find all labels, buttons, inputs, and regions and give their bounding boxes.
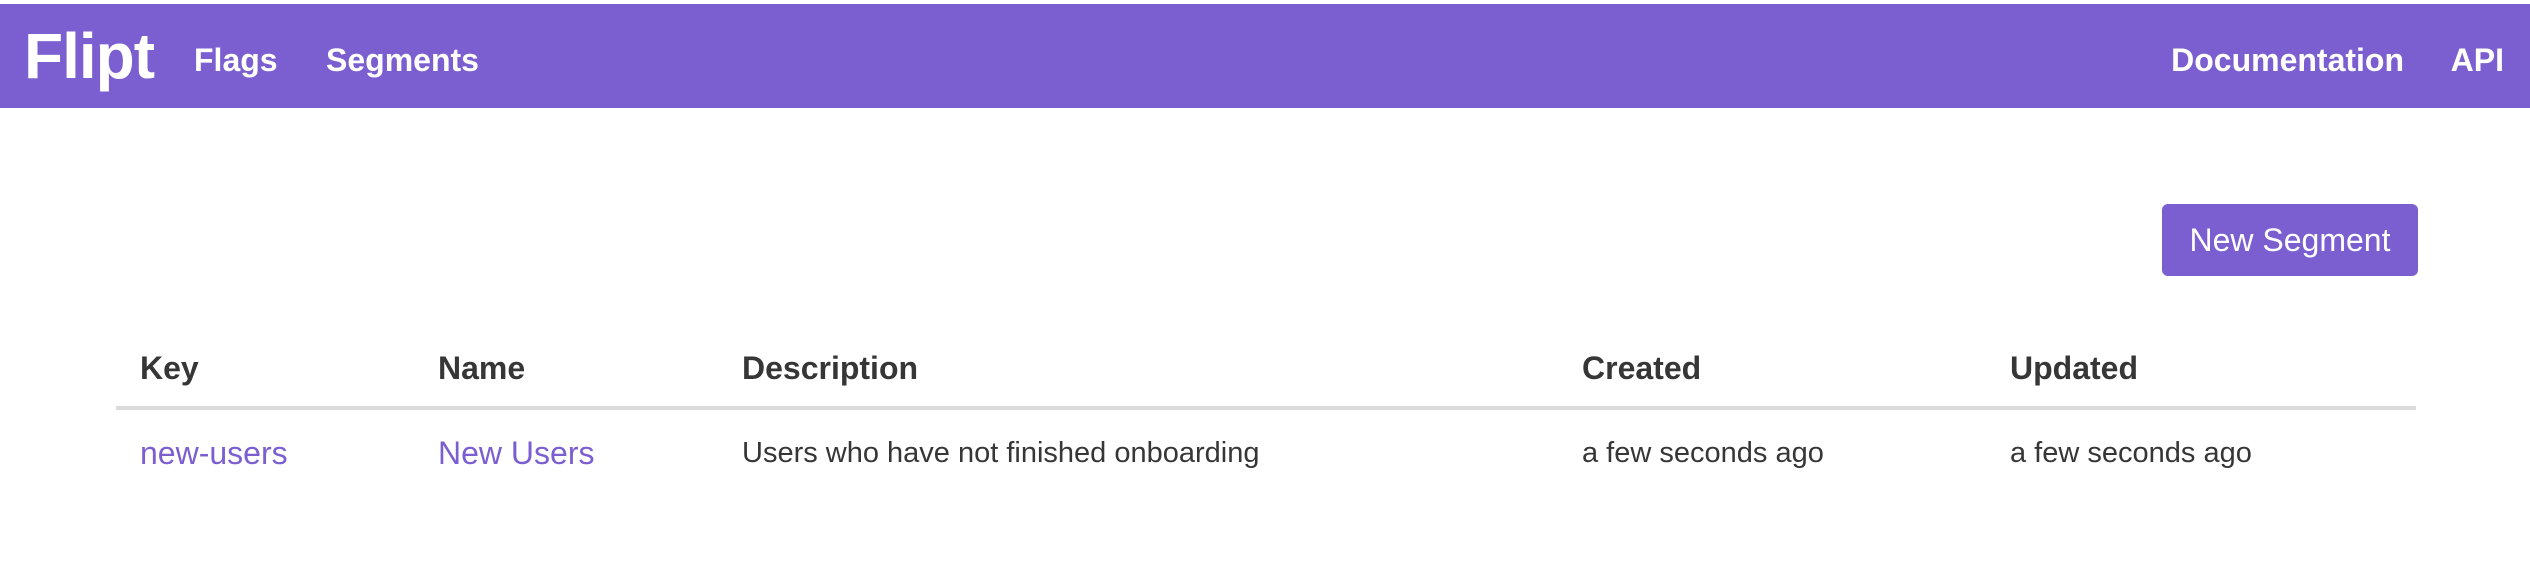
nav-link-segments[interactable]: Segments — [326, 40, 479, 80]
column-header-created: Created — [1558, 330, 1986, 410]
segments-table: Key Name Description Created Updated new… — [116, 330, 2416, 496]
segment-updated: a few seconds ago — [2010, 436, 2252, 469]
segment-name-link[interactable]: New Users — [414, 408, 718, 496]
table-header-row: Key Name Description Created Updated — [116, 330, 2416, 410]
segment-created: a few seconds ago — [1582, 436, 1824, 469]
top-navbar: Flipt Flags Segments Documentation API — [0, 4, 2530, 108]
segment-description: Users who have not finished onboarding — [742, 436, 1260, 469]
nav-link-api[interactable]: API — [2451, 40, 2504, 80]
nav-link-documentation[interactable]: Documentation — [2171, 40, 2404, 80]
column-header-name: Name — [414, 330, 718, 410]
table-row: new-users New Users Users who have not f… — [116, 408, 2416, 496]
segment-key-link[interactable]: new-users — [116, 408, 414, 496]
new-segment-button[interactable]: New Segment — [2162, 204, 2418, 276]
column-header-updated: Updated — [1986, 330, 2416, 410]
nav-link-flags[interactable]: Flags — [194, 40, 278, 80]
column-header-description: Description — [718, 330, 1558, 410]
column-header-key: Key — [116, 330, 414, 410]
brand-logo[interactable]: Flipt — [24, 20, 155, 92]
